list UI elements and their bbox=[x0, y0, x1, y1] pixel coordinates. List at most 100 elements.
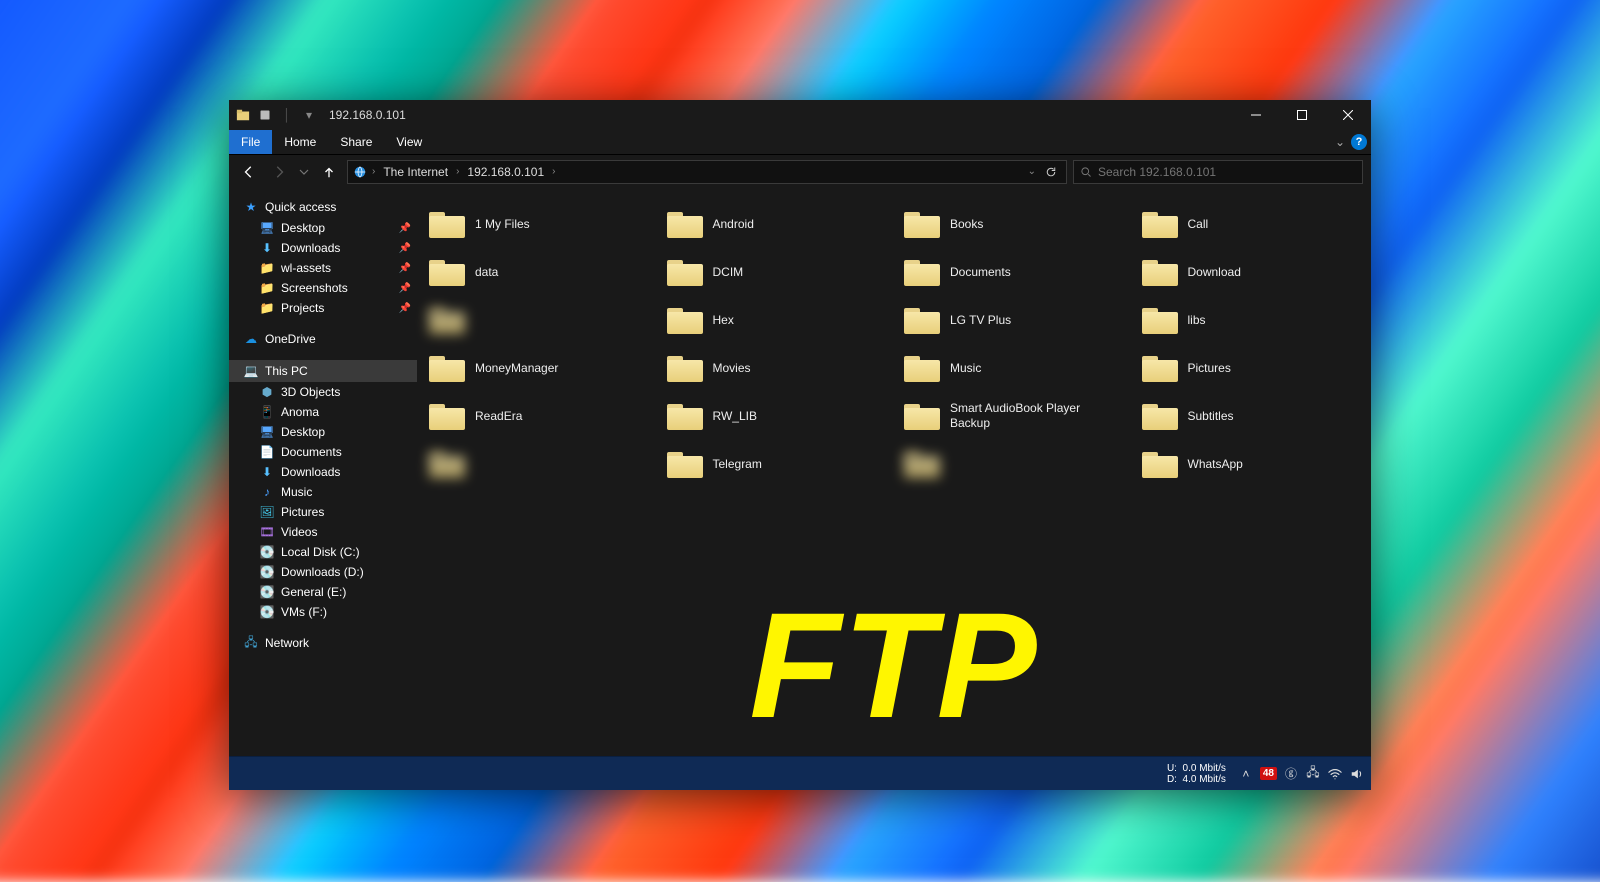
back-button[interactable] bbox=[237, 160, 261, 184]
sidebar-item-desktop[interactable]: 🖥 Desktop 📌 bbox=[229, 218, 417, 238]
folder-item[interactable]: Documents bbox=[900, 248, 1126, 296]
folder-item[interactable]: 1 My Files bbox=[425, 200, 651, 248]
tray-network-icon[interactable]: 🖧 bbox=[1305, 766, 1321, 782]
folder-icon bbox=[904, 210, 940, 238]
breadcrumb-segment[interactable]: 192.168.0.101 bbox=[463, 165, 548, 179]
folder-item[interactable]: ReadEra bbox=[425, 392, 651, 440]
folder-item[interactable]: Android bbox=[663, 200, 889, 248]
folder-item[interactable]: MoneyManager bbox=[425, 344, 651, 392]
folder-label: Movies bbox=[713, 361, 751, 376]
help-icon[interactable]: ? bbox=[1351, 134, 1367, 150]
folder-item[interactable]: RW_LIB bbox=[663, 392, 889, 440]
folder-label: Call bbox=[1188, 217, 1209, 232]
sidebar-item-drive-d[interactable]: 💽Downloads (D:) bbox=[229, 562, 417, 582]
ribbon-collapse-icon[interactable]: ⌄ bbox=[1335, 135, 1345, 149]
sidebar-item-drive-e[interactable]: 💽General (E:) bbox=[229, 582, 417, 602]
up-button[interactable] bbox=[317, 160, 341, 184]
tray-wifi-icon[interactable] bbox=[1327, 766, 1343, 782]
refresh-button[interactable] bbox=[1040, 166, 1062, 178]
folder-item[interactable]: LG TV Plus bbox=[900, 296, 1126, 344]
tab-home[interactable]: Home bbox=[272, 130, 328, 154]
sidebar-item-downloads[interactable]: ⬇ Downloads 📌 bbox=[229, 238, 417, 258]
pin-icon: 📌 bbox=[399, 223, 411, 234]
sidebar-item-downloads[interactable]: ⬇Downloads bbox=[229, 462, 417, 482]
taskbar[interactable]: U: 0.0 Mbit/s D: 4.0 Mbit/s ˄ 48 ⓖ 🖧 bbox=[229, 756, 1371, 790]
folder-item[interactable]: Hex bbox=[663, 296, 889, 344]
sidebar-item-projects[interactable]: 📁 Projects 📌 bbox=[229, 298, 417, 318]
tab-file[interactable]: File bbox=[229, 130, 272, 154]
minimize-button[interactable] bbox=[1233, 100, 1279, 130]
sidebar-item-desktop[interactable]: 🖥Desktop bbox=[229, 422, 417, 442]
folder-item[interactable]: Call bbox=[1138, 200, 1364, 248]
sidebar-item-anoma[interactable]: 📱Anoma bbox=[229, 402, 417, 422]
sidebar-item-pictures[interactable]: 🖼Pictures bbox=[229, 502, 417, 522]
address-history-icon[interactable]: ⌄ bbox=[1026, 166, 1038, 177]
folder-item[interactable] bbox=[425, 440, 651, 488]
folder-item[interactable] bbox=[425, 296, 651, 344]
sidebar-item-videos[interactable]: 🎞Videos bbox=[229, 522, 417, 542]
folder-label: WhatsApp bbox=[1188, 457, 1243, 472]
folder-label: data bbox=[475, 265, 498, 280]
drive-icon: 💽 bbox=[259, 604, 275, 620]
recent-locations-button[interactable] bbox=[297, 160, 311, 184]
folder-icon bbox=[904, 450, 940, 478]
sidebar-item-wlassets[interactable]: 📁 wl-assets 📌 bbox=[229, 258, 417, 278]
close-button[interactable] bbox=[1325, 100, 1371, 130]
folder-item[interactable]: Movies bbox=[663, 344, 889, 392]
folder-item[interactable]: Subtitles bbox=[1138, 392, 1364, 440]
tray-chevron-icon[interactable]: ˄ bbox=[1238, 766, 1254, 782]
sidebar-network[interactable]: 🖧 Network bbox=[229, 632, 417, 654]
sidebar-this-pc[interactable]: 💻 This PC bbox=[229, 360, 417, 382]
breadcrumb-chevron-icon[interactable]: › bbox=[370, 166, 377, 177]
sidebar-item-drive-f[interactable]: 💽VMs (F:) bbox=[229, 602, 417, 622]
pin-icon: 📌 bbox=[399, 243, 411, 254]
folder-item[interactable] bbox=[900, 440, 1126, 488]
folder-item[interactable]: Telegram bbox=[663, 440, 889, 488]
folder-item[interactable]: libs bbox=[1138, 296, 1364, 344]
search-box[interactable] bbox=[1073, 160, 1363, 184]
breadcrumb-chevron-icon[interactable]: › bbox=[454, 166, 461, 177]
sidebar-item-drive-c[interactable]: 💽Local Disk (C:) bbox=[229, 542, 417, 562]
address-bar[interactable]: › The Internet › 192.168.0.101 › ⌄ bbox=[347, 160, 1067, 184]
folder-item[interactable]: WhatsApp bbox=[1138, 440, 1364, 488]
sidebar-item-music[interactable]: ♪Music bbox=[229, 482, 417, 502]
sidebar-label: Quick access bbox=[265, 200, 336, 214]
folder-item[interactable]: Pictures bbox=[1138, 344, 1364, 392]
forward-button[interactable] bbox=[267, 160, 291, 184]
qat-properties-icon[interactable] bbox=[257, 107, 273, 123]
breadcrumb-chevron-icon[interactable]: › bbox=[550, 166, 557, 177]
sidebar-item-3dobjects[interactable]: ⬢3D Objects bbox=[229, 382, 417, 402]
search-input[interactable] bbox=[1098, 165, 1356, 179]
tray-temperature-badge[interactable]: 48 bbox=[1260, 767, 1277, 780]
maximize-button[interactable] bbox=[1279, 100, 1325, 130]
sidebar-item-label: Screenshots bbox=[281, 281, 348, 295]
folder-label: DCIM bbox=[713, 265, 744, 280]
folder-item[interactable]: Books bbox=[900, 200, 1126, 248]
pictures-icon: 🖼 bbox=[259, 504, 275, 520]
folder-label: Smart AudioBook Player Backup bbox=[950, 401, 1122, 431]
folder-item[interactable]: data bbox=[425, 248, 651, 296]
tray-volume-icon[interactable] bbox=[1349, 766, 1365, 782]
folder-icon bbox=[1142, 402, 1178, 430]
folder-label: LG TV Plus bbox=[950, 313, 1011, 328]
file-list[interactable]: 1 My FilesAndroidBooks Call data DCIM Docume… bbox=[417, 188, 1371, 790]
tray-app-icon[interactable]: ⓖ bbox=[1283, 766, 1299, 782]
folder-label: Music bbox=[950, 361, 981, 376]
sidebar-item-documents[interactable]: 📄Documents bbox=[229, 442, 417, 462]
folder-icon bbox=[904, 402, 940, 430]
folder-item[interactable]: DCIM bbox=[663, 248, 889, 296]
qat-dropdown-icon[interactable]: ▾ bbox=[301, 107, 317, 123]
breadcrumb-segment[interactable]: The Internet bbox=[379, 165, 452, 179]
tab-view[interactable]: View bbox=[384, 130, 434, 154]
downloads-icon: ⬇ bbox=[259, 464, 275, 480]
drive-icon: 💽 bbox=[259, 584, 275, 600]
sidebar-item-screenshots[interactable]: 📁 Screenshots 📌 bbox=[229, 278, 417, 298]
tab-share[interactable]: Share bbox=[328, 130, 384, 154]
folder-icon bbox=[904, 258, 940, 286]
sidebar-quick-access[interactable]: ★ Quick access bbox=[229, 196, 417, 218]
folder-item[interactable]: Download bbox=[1138, 248, 1364, 296]
title-bar[interactable]: │ ▾ 192.168.0.101 bbox=[229, 100, 1371, 130]
folder-item[interactable]: Smart AudioBook Player Backup bbox=[900, 392, 1126, 440]
sidebar-onedrive[interactable]: ☁ OneDrive bbox=[229, 328, 417, 350]
folder-item[interactable]: Music bbox=[900, 344, 1126, 392]
